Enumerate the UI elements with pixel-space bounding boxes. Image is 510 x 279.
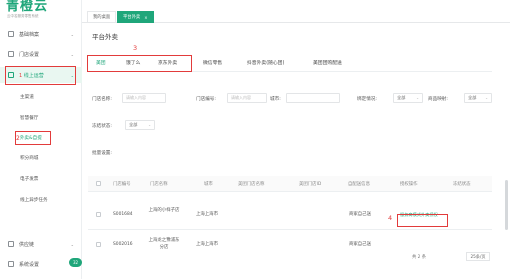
tab-douyin-takeout[interactable]: 抖音外卖(随心团) <box>247 59 284 66</box>
close-icon[interactable]: × <box>144 15 147 20</box>
annotation-box-1 <box>5 66 76 85</box>
column-header: 门店名称 <box>150 182 168 187</box>
pager-total: 共 2 条 <box>412 255 427 260</box>
chevron-down-icon: ⌄ <box>485 96 488 100</box>
store-code-cell: S001684 <box>113 212 133 217</box>
tab-label: 我的桌面 <box>93 15 111 20</box>
supply-chain-icon <box>8 241 14 247</box>
sidebar-subitem-e-invoice[interactable]: 电子发票 <box>20 172 38 186</box>
annotation-box-4 <box>397 214 448 227</box>
bind-status-value: 全部 <box>397 95 406 100</box>
city-cell: 上海上海市 <box>196 212 218 217</box>
logo-text: 青橙云 <box>6 0 49 14</box>
product-map-select[interactable]: 全部 ⌄ <box>464 93 492 103</box>
table-header: 门店编号 门店名称 城市 美团门店名称 美团门店ID 自配送信息 授权操作 冻结… <box>88 176 492 192</box>
self-delivery-cell: 商家自己送 <box>349 242 371 247</box>
logo-subtitle: 云中名服务零售系统 <box>7 14 39 18</box>
chevron-down-icon: ⌄ <box>70 51 74 57</box>
store-name-cell: 上海龙之豫浦东分店 <box>148 238 180 250</box>
city-label: 城市: <box>270 97 281 102</box>
sidebar-item-store-settings[interactable]: 门店设置 ⌄ <box>0 46 82 62</box>
annotation-number-4: 4 <box>388 214 393 222</box>
freeze-status-value: 全部 <box>129 122 138 127</box>
freeze-status-label: 冻结状态: <box>92 124 112 129</box>
store-code-cell: S002016 <box>113 242 133 247</box>
bind-status-select[interactable]: 全部 ⌄ <box>393 93 423 103</box>
logo: 青橙云 云中名服务零售系统 <box>6 0 48 19</box>
chevron-down-icon: ⌄ <box>70 31 74 37</box>
sidebar-subitem-smart-restaurant[interactable]: 智慧餐厅 <box>20 111 38 125</box>
store-name-cell: 上海的小样子店 <box>148 208 180 213</box>
settings-icon <box>8 261 14 267</box>
store-name-input[interactable]: 请输入内容 <box>122 93 166 103</box>
sidebar: 青橙云 云中名服务零售系统 基础档案 ⌄ 门店设置 ⌄ 1 线上运营 ⌄ 主渠道… <box>0 0 82 279</box>
sidebar-item-label: 基础档案 <box>19 31 40 38</box>
column-header: 门店编号 <box>113 182 131 187</box>
chevron-down-icon: ⌄ <box>416 96 419 100</box>
annotation-box-3 <box>87 55 192 72</box>
store-code-label: 门店编号: <box>196 97 216 102</box>
chevron-down-icon: ⌄ <box>148 123 151 127</box>
batch-settings-label: 批量设置: <box>92 151 112 156</box>
sidebar-item-basic-archive[interactable]: 基础档案 ⌄ <box>0 26 82 42</box>
tab-wechat-retail[interactable]: 微信零售 <box>203 59 222 66</box>
tab-platform-takeout[interactable]: 平台外卖 × <box>117 11 154 23</box>
tab-label: 平台外卖 <box>123 15 141 20</box>
product-map-value: 全部 <box>468 95 477 100</box>
tab-meituan-groupbuy-delivery[interactable]: 美团团购配送 <box>313 59 342 66</box>
store-name-label: 门店名称: <box>92 97 112 102</box>
notification-badge[interactable]: 32 <box>69 258 82 267</box>
column-header: 城市 <box>204 182 213 187</box>
sidebar-item-label: 门店设置 <box>19 51 40 58</box>
row-checkbox[interactable] <box>96 242 101 247</box>
tab-my-desktop[interactable]: 我的桌面 <box>87 11 117 23</box>
sidebar-item-label: 系统设置 <box>19 261 40 268</box>
scrollbar[interactable] <box>505 180 508 230</box>
sidebar-subitem-main-channel[interactable]: 主渠道 <box>20 90 34 104</box>
store-icon <box>8 51 14 57</box>
city-select[interactable] <box>286 93 340 103</box>
sidebar-item-supply-chain[interactable]: 供应链 ⌄ <box>0 236 82 252</box>
sidebar-subitem-async-tasks[interactable]: 线上异步任务 <box>20 193 48 207</box>
product-map-label: 商品映射: <box>428 97 448 102</box>
select-all-checkbox[interactable] <box>96 181 101 186</box>
city-cell: 上海上海市 <box>196 242 218 247</box>
column-header: 美团门店名称 <box>238 182 265 187</box>
tab-bar: 我的桌面 平台外卖 × <box>82 9 510 23</box>
column-header: 美团门店ID <box>299 182 322 187</box>
archive-icon <box>8 31 14 37</box>
page-size-select[interactable]: 25条/页 <box>466 252 490 261</box>
page-title: 平台外卖 <box>92 33 118 41</box>
sidebar-item-label: 供应链 <box>19 241 35 248</box>
bind-status-label: 绑定情况: <box>357 97 377 102</box>
annotation-number-3: 3 <box>133 44 138 52</box>
row-checkbox[interactable] <box>96 212 101 217</box>
column-header: 自配送信息 <box>348 182 370 187</box>
freeze-status-select[interactable]: 全部 ⌄ <box>125 120 155 130</box>
table-row: S002016 上海龙之豫浦东分店 上海上海市 商家自己送 <box>88 234 492 254</box>
column-header: 冻结状态 <box>453 182 471 187</box>
store-code-input[interactable]: 请输入内容 <box>227 93 267 103</box>
column-header: 授权操作 <box>400 182 418 187</box>
chevron-down-icon: ⌄ <box>70 241 74 247</box>
sidebar-subitem-points-mall[interactable]: 积分商城 <box>20 151 38 165</box>
self-delivery-cell: 商家自己送 <box>349 212 371 217</box>
annotation-box-2 <box>15 131 51 145</box>
